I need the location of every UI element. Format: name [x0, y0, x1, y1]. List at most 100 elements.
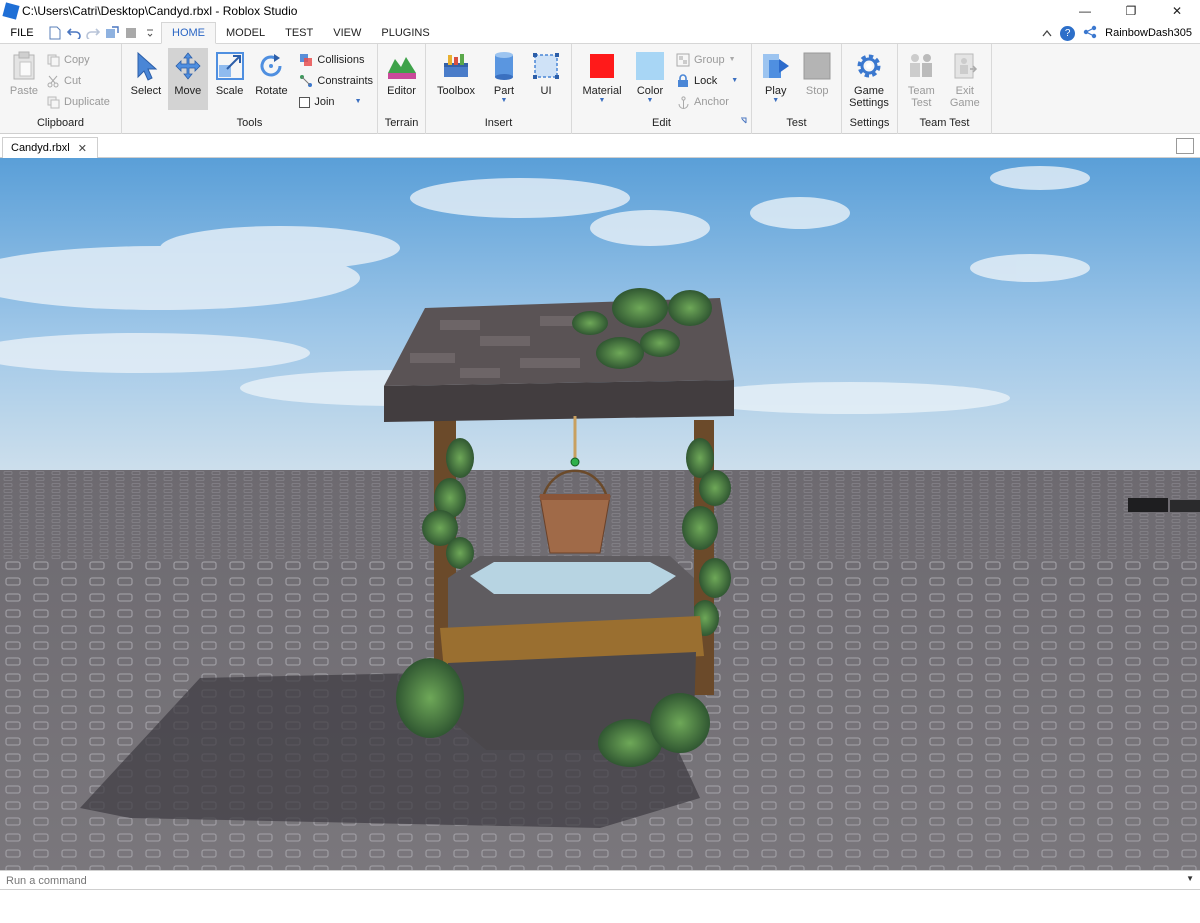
settings-group-label: Settings	[849, 117, 890, 129]
cut-button[interactable]: Cut	[46, 72, 110, 90]
duplicate-button[interactable]: Duplicate	[46, 93, 110, 111]
game-settings-label-line2: Settings	[849, 97, 889, 109]
scale-label: Scale	[215, 85, 244, 97]
group-dropdown-icon[interactable]: ▼	[729, 56, 736, 64]
roblox-studio-logo-icon	[2, 2, 20, 20]
scale-tool-button[interactable]: Scale	[210, 48, 250, 110]
redo-icon[interactable]	[86, 26, 100, 40]
command-history-dropdown-icon[interactable]: ▼	[1186, 874, 1194, 883]
terrain-editor-button[interactable]: Editor	[382, 48, 421, 110]
part-dropdown-icon[interactable]: ▼	[501, 97, 508, 105]
terrain-group-label: Terrain	[384, 117, 419, 129]
copy-button[interactable]: Copy	[46, 51, 110, 69]
undo-icon[interactable]	[67, 26, 81, 40]
3d-viewport[interactable]	[0, 158, 1200, 870]
join-toggle[interactable]: Join ▼	[299, 93, 373, 111]
lock-button[interactable]: Lock ▼	[676, 72, 738, 90]
stop-button[interactable]: Stop	[798, 48, 838, 110]
close-button[interactable]: ✕	[1154, 0, 1200, 22]
constraints-icon	[299, 74, 313, 88]
move-tool-button[interactable]: Move	[167, 48, 208, 110]
insert-group-label: Insert	[484, 117, 513, 129]
constraints-toggle[interactable]: Constraints	[299, 72, 373, 90]
viewport-layout-icon[interactable]	[1176, 138, 1194, 154]
collisions-toggle[interactable]: Collisions	[299, 51, 373, 69]
select-label: Select	[130, 85, 162, 97]
ui-frame-icon	[531, 51, 561, 81]
part-button[interactable]: Part ▼	[484, 48, 524, 110]
new-file-icon[interactable]	[48, 26, 62, 40]
move-arrows-icon	[173, 51, 203, 81]
ribbon-home: Paste Copy Cut Duplicate Clipboard Selec…	[0, 44, 1200, 134]
color-swatch-icon	[635, 51, 665, 81]
join-dropdown-icon[interactable]: ▼	[355, 98, 362, 106]
duplicate-icon	[46, 95, 60, 109]
stop-square-icon[interactable]	[124, 26, 138, 40]
color-dropdown-icon[interactable]: ▼	[647, 97, 654, 105]
terrain-group: Editor Terrain	[378, 44, 426, 134]
gear-icon	[854, 51, 884, 81]
tab-view[interactable]: VIEW	[323, 22, 371, 43]
customize-toolbar-icon[interactable]	[143, 26, 157, 40]
tab-plugins[interactable]: PLUGINS	[371, 22, 439, 43]
team-test-group: Team Test Exit Game Team Test	[898, 44, 992, 134]
duplicate-label: Duplicate	[64, 96, 110, 108]
scale-icon	[215, 51, 245, 81]
minimize-button[interactable]: —	[1062, 0, 1108, 22]
document-tab-candyd[interactable]: Candyd.rbxl ✕	[2, 137, 98, 158]
team-test-label-line2: Test	[911, 97, 932, 109]
move-label: Move	[174, 85, 202, 97]
color-button[interactable]: Color ▼	[630, 48, 670, 110]
edit-group: Material ▼ Color ▼ Group ▼ Lock ▼ Anchor…	[572, 44, 752, 134]
file-menu-button[interactable]: FILE	[0, 22, 44, 43]
exit-game-button[interactable]: Exit Game	[943, 48, 987, 110]
copy-icon	[46, 53, 60, 67]
rotate-tool-button[interactable]: Rotate	[252, 48, 292, 110]
tab-home[interactable]: HOME	[161, 22, 216, 44]
play-dropdown-icon[interactable]: ▼	[772, 97, 779, 105]
tab-model[interactable]: MODEL	[216, 22, 275, 43]
lock-dropdown-icon[interactable]: ▼	[731, 77, 738, 85]
share-icon[interactable]	[1083, 25, 1097, 42]
material-swatch-icon	[587, 51, 617, 81]
exit-game-icon	[950, 51, 980, 81]
command-input[interactable]	[6, 873, 1176, 888]
stop-icon	[802, 51, 832, 81]
anchor-button[interactable]: Anchor	[676, 93, 738, 111]
distant-object	[1128, 498, 1200, 512]
group-button[interactable]: Group ▼	[676, 51, 738, 69]
document-close-icon[interactable]: ✕	[78, 142, 87, 155]
settings-group: Game Settings Settings	[842, 44, 898, 134]
ui-button[interactable]: UI	[526, 48, 566, 110]
menu-bar: FILE HOME MODEL TEST VIEW PLUGINS ? Rain…	[0, 22, 1200, 44]
paste-icon	[9, 51, 39, 81]
toolbox-button[interactable]: Toolbox	[430, 48, 482, 110]
material-dropdown-icon[interactable]: ▼	[599, 97, 606, 105]
paste-button[interactable]: Paste	[4, 48, 44, 110]
restore-button[interactable]: ❐	[1108, 0, 1154, 22]
test-group: Play ▼ Stop Test	[752, 44, 842, 134]
test-group-label: Test	[786, 117, 807, 129]
team-test-button[interactable]: Team Test	[902, 48, 941, 110]
select-tool-button[interactable]: Select	[126, 48, 166, 110]
group-label: Group	[694, 54, 725, 66]
cursor-arrow-icon	[131, 51, 161, 81]
cut-label: Cut	[64, 75, 82, 87]
material-button[interactable]: Material ▼	[576, 48, 628, 110]
anchor-label: Anchor	[694, 96, 729, 108]
rotate-label: Rotate	[255, 85, 288, 97]
help-icon[interactable]: ?	[1060, 25, 1076, 41]
rope-attachment-handle[interactable]	[570, 457, 580, 467]
username-label[interactable]: RainbowDash305	[1105, 27, 1192, 39]
publish-icon[interactable]	[105, 25, 119, 40]
constraints-label: Constraints	[317, 75, 374, 87]
collapse-ribbon-icon[interactable]	[1042, 26, 1052, 40]
play-icon	[761, 51, 791, 81]
tab-test[interactable]: TEST	[275, 22, 323, 43]
join-checkbox[interactable]	[299, 96, 311, 108]
play-button[interactable]: Play ▼	[756, 48, 796, 110]
edit-group-label: Edit	[652, 117, 671, 129]
collisions-icon	[299, 53, 313, 67]
game-settings-button[interactable]: Game Settings	[846, 48, 892, 110]
quick-access-toolbar	[44, 22, 161, 43]
